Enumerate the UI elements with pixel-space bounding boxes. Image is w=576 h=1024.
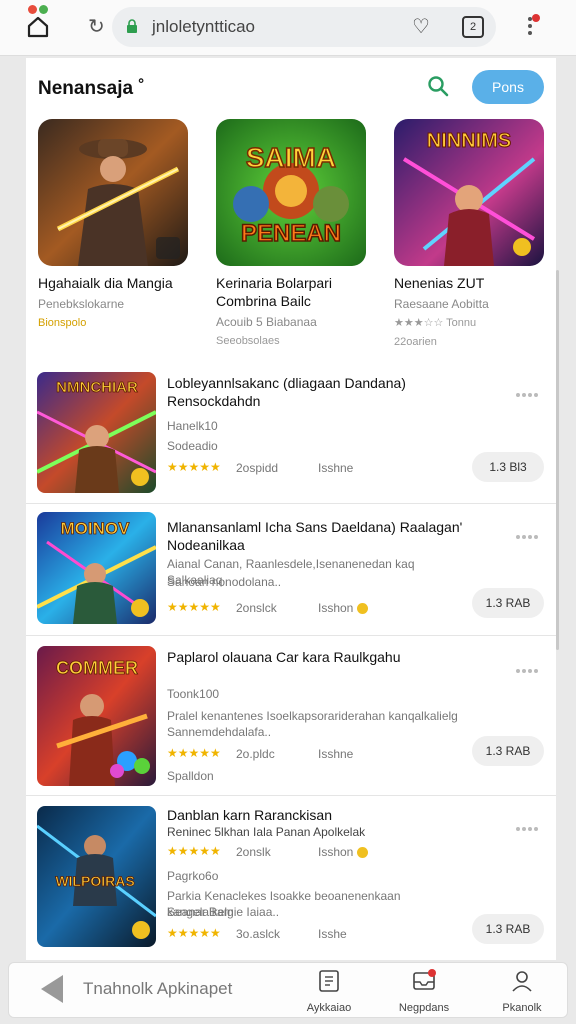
app-title: Lobleyannlsakanc (dliagaan Dandana) Rens… xyxy=(167,375,406,409)
app-line: Hanelk10 xyxy=(167,419,218,433)
app-line: Pagrko6o xyxy=(167,869,219,883)
rating-count: 3o.aslck xyxy=(236,927,281,941)
window-controls xyxy=(28,1,68,14)
list-item[interactable]: COMMER Paplarol olauana Car kara Raulkga… xyxy=(26,636,556,796)
app-thumbnail: NINNIMS xyxy=(394,119,544,266)
thumb-title: NMNCHIAR xyxy=(56,379,138,396)
scrollbar[interactable] xyxy=(556,270,559,650)
notification-dot xyxy=(532,14,540,22)
address-bar[interactable]: jnloletyntticao ♡ 2 xyxy=(112,7,496,47)
rating-count: 2onslk xyxy=(236,845,271,859)
featured-name: Nenenias ZUT xyxy=(394,275,485,291)
app-title: Danblan karn Raranckisan xyxy=(167,807,332,823)
back-icon[interactable] xyxy=(41,975,63,1003)
inbox-icon xyxy=(413,969,436,990)
app-line: Reninec 5lkhan Iala Panan Apolkelak xyxy=(167,825,366,839)
app-thumbnail xyxy=(38,119,188,266)
featured-subtitle: Raesaane Aobitta xyxy=(394,297,489,311)
app-line: Seanar Bamie Iaiaa.. xyxy=(167,905,280,919)
home-icon[interactable] xyxy=(26,15,50,39)
app-line: Sannemdehdalafa.. xyxy=(167,725,272,739)
section-label: Isshon xyxy=(318,845,369,859)
nav-label: Negpdans xyxy=(398,1002,450,1014)
app-title: Paplarol olauana Car kara Raulkgahu xyxy=(167,649,401,665)
rating-stars: ★★★★★ xyxy=(167,460,221,474)
svg-text:NINNIMS: NINNIMS xyxy=(427,130,511,152)
featured-card[interactable]: NINNIMS Nenenias ZUT Raesaane Aobitta ★★… xyxy=(394,119,544,350)
featured-subtitle: Acouib 5 Biabanaa xyxy=(216,315,317,329)
reload-icon[interactable]: ↻ xyxy=(88,15,110,39)
list-icon xyxy=(319,970,339,992)
thumb-title: WILPOIRAS xyxy=(55,873,134,889)
section-label: Isshe xyxy=(318,927,347,941)
list-item[interactable]: WILPOIRAS Danblan karn Raranckisan Renin… xyxy=(26,796,556,960)
url-text[interactable]: jnloletyntticao xyxy=(152,17,255,37)
rating-stars: ★★★★★ xyxy=(167,926,221,940)
profile-icon xyxy=(512,971,532,992)
rating-stars: ★★★★★ xyxy=(167,600,221,614)
app-line: Pralel kenantenes Isoelkapsorariderahan … xyxy=(167,709,458,723)
featured-meta-2: 22oarien xyxy=(394,336,437,348)
app-line: Sanoan nonodolana.. xyxy=(167,575,282,589)
nav-item-profile[interactable]: Pkanolk xyxy=(487,969,557,1014)
rating-stars: ★★★★★ xyxy=(167,844,221,858)
price-button[interactable]: 1.3 RAB xyxy=(472,914,544,944)
svg-text:SAIMA: SAIMA xyxy=(246,142,336,173)
featured-card[interactable]: SAIMA PENEAN Kerinaria Bolarpari Combrin… xyxy=(216,119,366,349)
featured-card[interactable]: Hgahaialk dia Mangia Penebkslokarne Bion… xyxy=(38,119,188,331)
menu-icon[interactable] xyxy=(518,14,542,42)
app-title: Mlanansanlaml Icha Sans Daeldana) Raalag… xyxy=(167,519,463,553)
app-thumbnail: COMMER xyxy=(37,646,156,786)
store-panel: Nenansaja ˚ Pons Hgahaialk dia Mangia Pe… xyxy=(26,58,556,960)
featured-meta: Bionspolo xyxy=(38,317,87,329)
featured-name: Kerinaria Bolarpari Combrina Bailc xyxy=(216,275,332,309)
list-item[interactable]: MOINOV Mlanansanlaml Icha Sans Daeldana)… xyxy=(26,504,556,636)
rating-stars: ★★★★★ xyxy=(167,746,221,760)
price-button[interactable]: 1.3 RAB xyxy=(472,588,544,618)
nav-item-inbox[interactable]: Negpdans xyxy=(389,969,459,1014)
svg-text:PENEAN: PENEAN xyxy=(241,220,341,247)
back-label[interactable]: Tnahnolk Apkinapet xyxy=(83,979,232,999)
page-title: Nenansaja ˚ xyxy=(38,78,145,99)
browser-toolbar: ↻ jnloletyntticao ♡ 2 xyxy=(0,0,576,56)
more-options-icon[interactable] xyxy=(516,384,540,397)
header-action-button[interactable]: Pons xyxy=(472,70,544,104)
section-label: Isshne xyxy=(318,461,354,475)
app-line: Spalldon xyxy=(167,769,214,783)
more-options-icon[interactable] xyxy=(516,526,540,539)
heart-icon[interactable]: ♡ xyxy=(412,16,434,38)
app-line: Toonk100 xyxy=(167,687,220,701)
bottom-navigation: Tnahnolk Apkinapet Aykkaiao Negpdans Pka… xyxy=(8,962,568,1018)
price-button[interactable]: 1.3 RAB xyxy=(472,736,544,766)
featured-subtitle: Penebkslokarne xyxy=(38,297,125,311)
tab-count-button[interactable]: 2 xyxy=(462,16,484,38)
coin-icon xyxy=(357,847,369,859)
app-thumbnail: MOINOV xyxy=(37,512,156,624)
price-button[interactable]: 1.3 Bl3 xyxy=(472,452,544,482)
lock-icon xyxy=(127,19,137,33)
more-options-icon[interactable] xyxy=(516,818,540,831)
section-label: Isshon xyxy=(318,601,369,615)
app-line: Sodeadio xyxy=(167,439,218,453)
coin-icon xyxy=(357,603,369,615)
app-thumbnail: SAIMA PENEAN xyxy=(216,119,366,266)
featured-name: Hgahaialk dia Mangia xyxy=(38,275,173,291)
section-label: Isshne xyxy=(318,747,354,761)
thumb-title: MOINOV xyxy=(61,519,131,538)
rating-count: 2onslck xyxy=(236,601,277,615)
nav-label: Aykkaiao xyxy=(306,1002,352,1014)
thumb-title: COMMER xyxy=(56,658,138,678)
app-thumbnail: WILPOIRAS xyxy=(37,806,156,947)
featured-meta: ★★★☆☆ Tonnu xyxy=(394,317,477,329)
featured-meta: Seeobsolaes xyxy=(216,335,280,347)
nav-label: Pkanolk xyxy=(502,1002,542,1014)
app-thumbnail: NMNCHIAR xyxy=(37,372,156,493)
more-options-icon[interactable] xyxy=(516,660,540,673)
rating-count: 2o.pldc xyxy=(236,747,275,761)
search-icon[interactable] xyxy=(426,74,450,98)
rating-count: 2ospidd xyxy=(236,461,279,475)
nav-item-list[interactable]: Aykkaiao xyxy=(294,969,364,1014)
list-item[interactable]: NMNCHIAR Lobleyannlsakanc (dliagaan Dand… xyxy=(26,358,556,504)
